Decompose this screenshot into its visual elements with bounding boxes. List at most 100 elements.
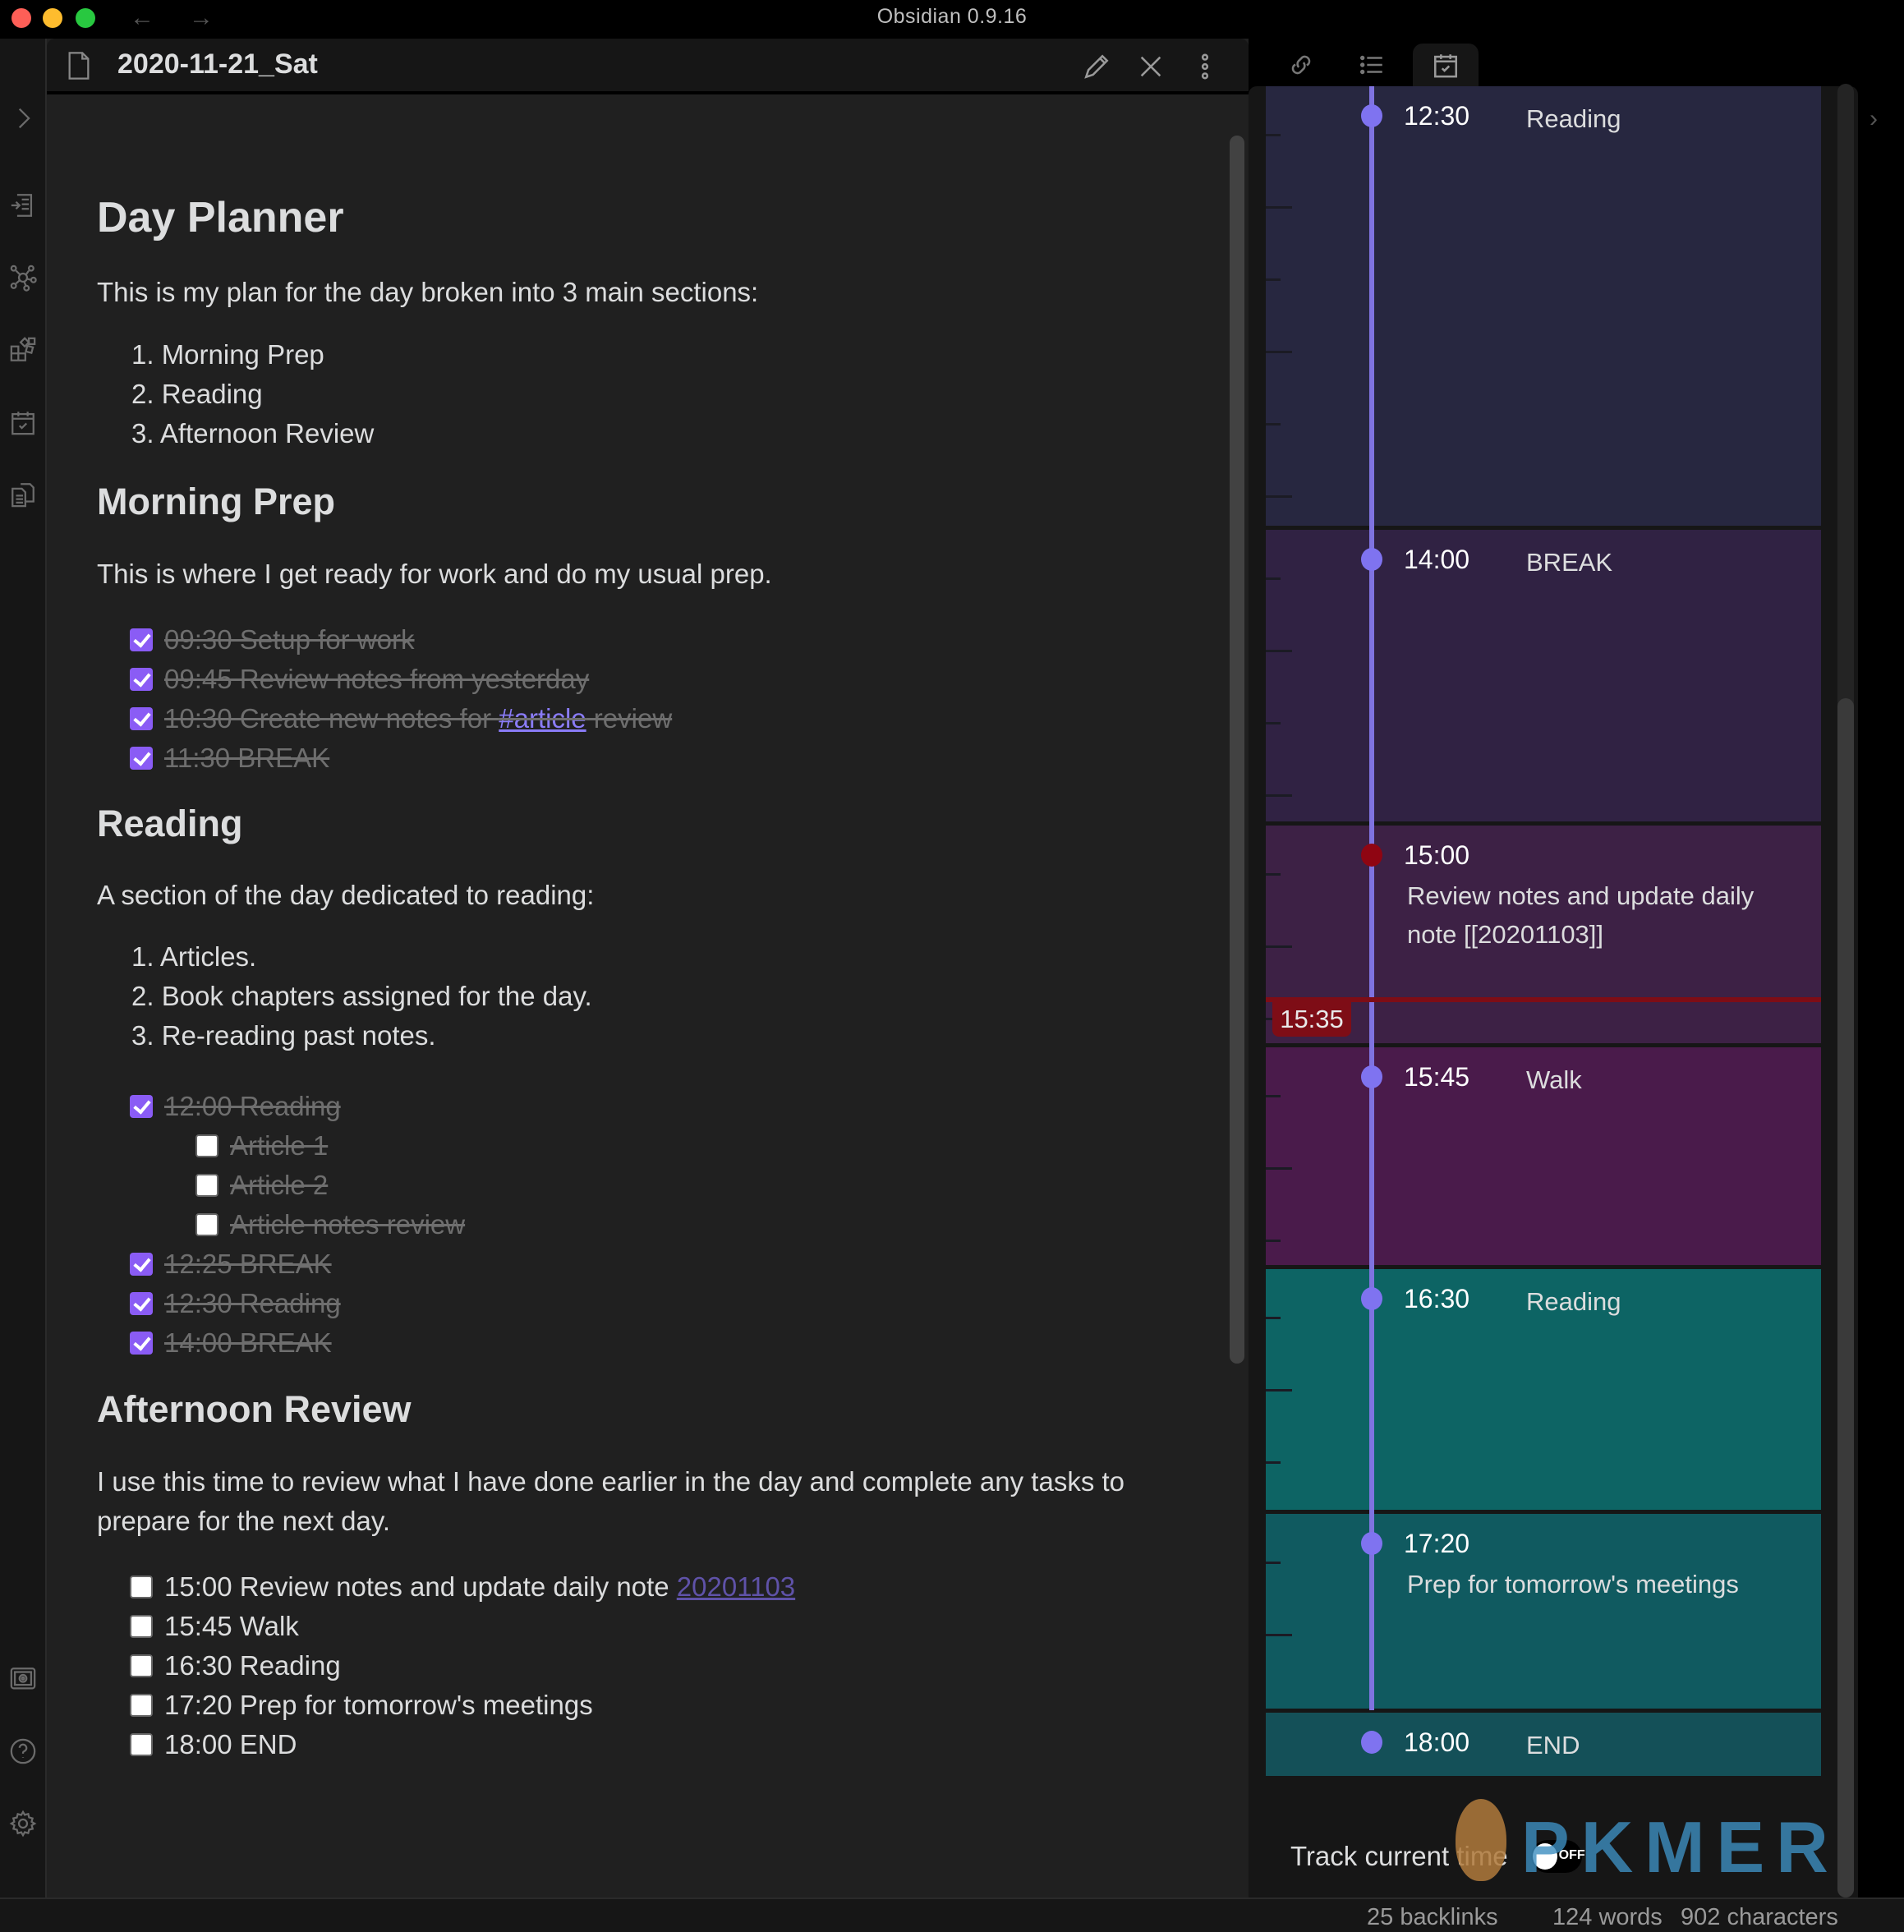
daily-note-button[interactable] xyxy=(7,407,39,438)
task-checkbox[interactable] xyxy=(130,628,153,651)
track-current-time-toggle[interactable]: OFF xyxy=(1530,1840,1585,1873)
task-item: 10:30 Create new notes for #article revi… xyxy=(130,699,672,738)
time-tick xyxy=(1266,495,1292,498)
vault-icon xyxy=(10,1668,36,1690)
tab-day-planner[interactable] xyxy=(1413,44,1479,86)
timeline-line xyxy=(1369,86,1374,1710)
daily-note-link[interactable]: 20201103 xyxy=(677,1571,795,1602)
timeline-task-label: Review notes and update daily note [[202… xyxy=(1407,881,1755,949)
tab-backlinks[interactable] xyxy=(1268,44,1334,86)
kanban-button[interactable] xyxy=(7,334,39,366)
task-checkbox[interactable] xyxy=(130,1615,153,1638)
templates-button[interactable] xyxy=(7,479,39,510)
task-checkbox[interactable] xyxy=(130,1332,153,1355)
task-checkbox[interactable] xyxy=(130,747,153,770)
day-planner-timeline: 12:30 Reading 14:00 BREAK 15:00 Review notes … xyxy=(1266,86,1821,1778)
right-pane-scrollbar[interactable] xyxy=(1837,698,1854,1898)
time-tick xyxy=(1266,134,1281,136)
time-tick xyxy=(1266,1634,1292,1636)
more-options-button[interactable] xyxy=(1189,50,1221,83)
task-text: 09:30 Setup for work xyxy=(164,624,415,655)
task-text: 11:30 BREAK xyxy=(164,743,330,773)
timeline-task-label: Prep for tomorrow's meetings xyxy=(1407,1570,1739,1598)
list-icon xyxy=(1359,55,1382,75)
task-item: 11:30 BREAK xyxy=(130,738,329,778)
subtask-item: Article 1 xyxy=(195,1126,328,1166)
current-time-badge: 15:35 xyxy=(1272,1002,1351,1037)
track-current-time-label: Track current time xyxy=(1290,1841,1508,1871)
editor-scrollbar[interactable] xyxy=(1230,136,1244,1364)
pencil-icon xyxy=(1084,54,1109,79)
edit-mode-button[interactable] xyxy=(1080,50,1113,83)
time-tick xyxy=(1266,1167,1292,1170)
backlinks-count[interactable]: 25 backlinks xyxy=(1367,1904,1498,1931)
expand-sidebar-button[interactable] xyxy=(7,103,39,134)
timeline-time: 14:00 xyxy=(1404,545,1470,574)
task-checkbox[interactable] xyxy=(130,668,153,691)
more-vertical-icon xyxy=(1201,53,1209,80)
task-checkbox[interactable] xyxy=(195,1134,218,1157)
collapse-right-sidebar-button[interactable]: › xyxy=(1870,105,1878,133)
track-current-time-row: Track current time OFF xyxy=(1290,1840,1585,1873)
task-checkbox[interactable] xyxy=(195,1174,218,1197)
settings-button[interactable] xyxy=(7,1808,39,1839)
time-tick xyxy=(1266,577,1281,580)
task-item: 17:20 Prep for tomorrow's meetings xyxy=(130,1686,593,1725)
help-button[interactable] xyxy=(7,1736,39,1767)
time-tick xyxy=(1266,423,1281,426)
heading-morning-prep: Morning Prep xyxy=(97,481,335,522)
calendar-check-icon xyxy=(1433,54,1458,78)
task-checkbox[interactable] xyxy=(130,707,153,730)
quick-switcher-icon xyxy=(11,194,33,217)
intro-paragraph: This is my plan for the day broken into … xyxy=(97,277,759,307)
list-item: 2. Book chapters assigned for the day. xyxy=(131,981,592,1011)
task-item: 15:00 Review notes and update daily note… xyxy=(130,1567,795,1607)
task-item: 16:30 Reading xyxy=(130,1646,341,1686)
task-checkbox[interactable] xyxy=(195,1213,218,1236)
close-pane-button[interactable] xyxy=(1134,50,1167,83)
timeline-dot xyxy=(1361,1065,1382,1088)
task-item: 18:00 END xyxy=(130,1725,297,1764)
note-title[interactable]: 2020-11-21_Sat xyxy=(117,48,318,80)
timeline-dot xyxy=(1361,548,1382,571)
quick-switcher-button[interactable] xyxy=(7,190,39,221)
toggle-knob xyxy=(1532,1843,1557,1870)
list-item: 2. Reading xyxy=(131,379,263,409)
open-vault-button[interactable] xyxy=(7,1663,39,1695)
file-icon xyxy=(67,52,91,80)
tab-outline[interactable] xyxy=(1339,44,1405,86)
timeline-block[interactable] xyxy=(1266,1514,1821,1709)
heading-reading: Reading xyxy=(97,803,243,844)
task-checkbox[interactable] xyxy=(130,1694,153,1717)
task-checkbox[interactable] xyxy=(130,1292,153,1315)
time-tick xyxy=(1266,1461,1281,1464)
task-text: Article notes review xyxy=(230,1209,466,1240)
task-text: 10:30 Create new notes for #article revi… xyxy=(164,703,672,734)
time-tick xyxy=(1266,945,1292,948)
task-checkbox[interactable] xyxy=(130,1253,153,1276)
time-tick xyxy=(1266,1562,1281,1564)
task-text: 15:45 Walk xyxy=(164,1611,299,1641)
chevron-right-icon xyxy=(18,108,30,129)
task-item: 14:00 BREAK xyxy=(130,1323,332,1363)
blocks-icon xyxy=(10,337,36,361)
task-text-before: 10:30 Create new notes for xyxy=(164,703,499,734)
task-checkbox[interactable] xyxy=(130,1733,153,1756)
task-checkbox[interactable] xyxy=(130,1095,153,1118)
time-tick xyxy=(1266,794,1292,797)
link-icon xyxy=(1291,55,1311,75)
timeline-block[interactable] xyxy=(1266,86,1821,526)
task-checkbox[interactable] xyxy=(130,1654,153,1677)
time-tick xyxy=(1266,1389,1292,1392)
graph-view-button[interactable] xyxy=(7,262,39,293)
task-checkbox[interactable] xyxy=(130,1576,153,1598)
timeline-task-label: BREAK xyxy=(1526,548,1613,577)
task-text: 12:00 Reading xyxy=(164,1091,341,1121)
timeline-time: 15:00 xyxy=(1404,840,1470,870)
close-icon xyxy=(1140,56,1161,77)
task-text: 18:00 END xyxy=(164,1729,297,1760)
chevron-right-icon: › xyxy=(1870,105,1878,132)
task-text: Article 2 xyxy=(230,1170,329,1200)
article-tag-link[interactable]: #article xyxy=(499,703,586,734)
time-tick xyxy=(1266,650,1292,652)
